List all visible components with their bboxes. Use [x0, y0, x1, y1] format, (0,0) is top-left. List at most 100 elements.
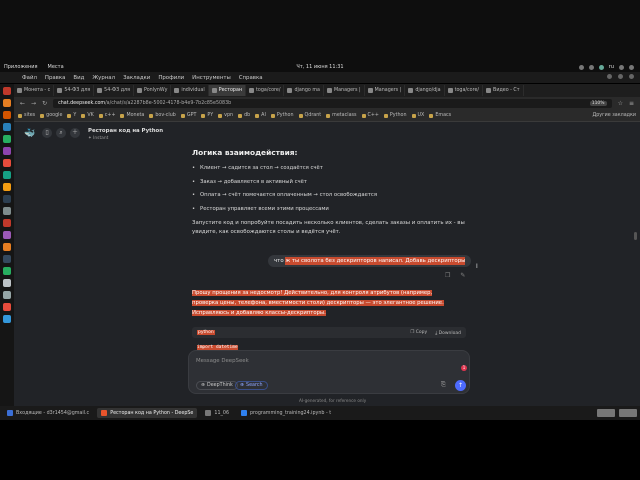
forward-icon[interactable]: →: [31, 100, 36, 107]
bookmark-item[interactable]: Emacs: [429, 113, 451, 118]
sidebar-toggle-icon[interactable]: ▯: [42, 128, 52, 138]
bookmark-item[interactable]: C++: [361, 113, 379, 118]
browser-tab[interactable]: Managers |: [365, 85, 406, 96]
edit-icon[interactable]: ✎: [460, 272, 465, 279]
copy-icon[interactable]: ❐: [445, 272, 450, 279]
bookmark-item[interactable]: vpn: [218, 113, 233, 118]
new-chat-icon[interactable]: ＋: [70, 128, 80, 138]
bookmark-item[interactable]: GPT: [180, 113, 196, 118]
bookmark-item[interactable]: c++: [98, 113, 115, 118]
bookmark-item[interactable]: google: [40, 113, 62, 118]
search-button[interactable]: ⊕ Search: [235, 381, 268, 390]
places-menu[interactable]: Места: [48, 64, 64, 70]
download-code-button[interactable]: ⤓ Download: [435, 330, 461, 336]
notification-badge[interactable]: 1: [461, 365, 467, 371]
back-icon[interactable]: ←: [20, 100, 25, 107]
workspace-button[interactable]: [619, 409, 637, 417]
browser-tab[interactable]: toga/core/: [445, 85, 484, 96]
dock-app-icon[interactable]: [3, 255, 11, 263]
reload-icon[interactable]: ↻: [42, 100, 47, 107]
dock-app-icon[interactable]: [3, 147, 11, 155]
bookmark-item[interactable]: Python: [270, 113, 294, 118]
taskbar-item[interactable]: programming_training24.ipynb - t: [237, 408, 335, 418]
tray-icon[interactable]: [578, 64, 584, 70]
browser-tab[interactable]: Видео - Ст: [483, 85, 524, 96]
dock-app-icon[interactable]: [3, 171, 11, 179]
bookmark-item[interactable]: bov-club: [149, 113, 176, 118]
minimize-icon[interactable]: [607, 74, 612, 79]
bookmark-item[interactable]: AI: [255, 113, 266, 118]
menu-2[interactable]: Вид: [73, 75, 84, 81]
keyboard-layout[interactable]: ru: [609, 64, 614, 70]
dock-app-icon[interactable]: [3, 183, 11, 191]
dock-app-icon[interactable]: [3, 195, 11, 203]
workspace-button[interactable]: [597, 409, 615, 417]
other-bookmarks[interactable]: Другие закладки: [593, 113, 636, 118]
bookmark-item[interactable]: UX: [411, 113, 424, 118]
dock-app-icon[interactable]: [3, 135, 11, 143]
send-button[interactable]: ↑: [455, 380, 466, 391]
dock-app-icon[interactable]: [3, 303, 11, 311]
dock-app-icon[interactable]: [3, 267, 11, 275]
browser-tab[interactable]: 54-ФЗ для: [54, 85, 95, 96]
bookmark-item[interactable]: VK: [81, 113, 94, 118]
menu-0[interactable]: Файл: [22, 75, 37, 81]
address-bar[interactable]: chat.deepseek.com /a/chat/s/a2287b8e-500…: [53, 99, 612, 108]
bookmark-item[interactable]: Python: [383, 113, 407, 118]
deepthink-button[interactable]: ⊛ DeepThink: [196, 381, 238, 390]
browser-tab[interactable]: Монета - с: [14, 85, 55, 96]
bookmark-item[interactable]: db: [238, 113, 250, 118]
dock-app-icon[interactable]: [3, 219, 11, 227]
dock-app-icon[interactable]: [3, 111, 11, 119]
volume-icon[interactable]: [619, 64, 624, 70]
dock-app-icon[interactable]: [3, 87, 11, 95]
deepseek-logo-icon[interactable]: 🐳: [24, 129, 35, 139]
dock-app-icon[interactable]: [3, 159, 11, 167]
menu-3[interactable]: Журнал: [92, 75, 115, 81]
menu-6[interactable]: Инструменты: [192, 75, 231, 81]
menu-5[interactable]: Профили: [158, 75, 184, 81]
dock-app-icon[interactable]: [3, 315, 11, 323]
dock-app-icon[interactable]: [3, 279, 11, 287]
chat-title[interactable]: Ресторан код на Python: [88, 128, 163, 134]
taskbar-item[interactable]: Ресторан код на Python - DeepSe: [97, 408, 198, 418]
browser-tab[interactable]: 54-ФЗ для: [94, 85, 135, 96]
bookmark-item[interactable]: Qdrant: [298, 113, 321, 118]
applications-menu[interactable]: Приложения: [4, 64, 38, 70]
bookmark-item[interactable]: PY: [201, 113, 213, 118]
dock-app-icon[interactable]: [3, 123, 11, 131]
message-input[interactable]: Message DeepSeek: [196, 358, 249, 364]
menu-7[interactable]: Справка: [239, 75, 263, 81]
browser-tab[interactable]: PonlynWy: [134, 85, 172, 96]
browser-tab[interactable]: Managers |: [324, 85, 365, 96]
taskbar-item[interactable]: 11_06: [201, 408, 233, 418]
scrollbar[interactable]: [634, 232, 637, 240]
browser-tab[interactable]: individual: [171, 85, 209, 96]
taskbar-item[interactable]: Входящие - d3r1454@gmail.c: [3, 408, 93, 418]
copy-code-button[interactable]: ❐ Copy: [410, 330, 427, 336]
dock-app-icon[interactable]: [3, 207, 11, 215]
bookmark-item[interactable]: Moneta: [120, 113, 144, 118]
maximize-icon[interactable]: [618, 74, 623, 79]
browser-tab[interactable]: django/dja: [405, 85, 445, 96]
dock-app-icon[interactable]: [3, 231, 11, 239]
dock-app-icon[interactable]: [3, 291, 11, 299]
menu-4[interactable]: Закладки: [123, 75, 150, 81]
zoom-level[interactable]: 110%: [589, 101, 607, 106]
attach-icon[interactable]: ⎘: [441, 381, 446, 389]
bookmark-item[interactable]: metaclass: [326, 113, 357, 118]
power-icon[interactable]: [629, 64, 634, 70]
menu-1[interactable]: Правка: [45, 75, 66, 81]
browser-tab[interactable]: django ma: [284, 85, 324, 96]
bookmark-item[interactable]: Y: [67, 113, 76, 118]
close-icon[interactable]: [629, 74, 634, 79]
menu-icon[interactable]: ≡: [629, 100, 634, 107]
dock-app-icon[interactable]: [3, 99, 11, 107]
search-chats-icon[interactable]: ⌕: [56, 128, 66, 138]
dock-app-icon[interactable]: [3, 243, 11, 251]
browser-tab[interactable]: toga/core/: [246, 85, 285, 96]
browser-tab[interactable]: Ресторан: [208, 85, 247, 96]
clock[interactable]: Чт, 11 июня 11:31: [296, 64, 343, 70]
bookmark-star-icon[interactable]: ☆: [618, 100, 623, 107]
tray-icon[interactable]: [588, 64, 594, 70]
